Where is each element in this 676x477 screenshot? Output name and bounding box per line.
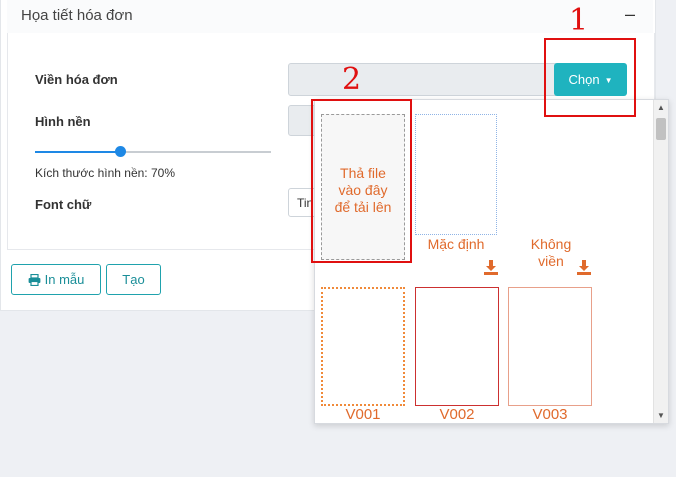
template-v002-thumb[interactable]: [415, 287, 499, 406]
dropdown-scrollbar[interactable]: ▲ ▼: [653, 100, 668, 423]
font-label: Font chữ: [35, 197, 92, 212]
annotation-box-2: [311, 99, 412, 263]
scroll-thumb[interactable]: [656, 118, 666, 140]
no-border-line: Không: [530, 236, 572, 252]
template-v001-label: V001: [345, 406, 381, 423]
border-label: Viền hóa đơn: [35, 72, 118, 87]
template-default-thumb[interactable]: [415, 114, 497, 235]
annotation-number-2: 2: [342, 62, 362, 97]
scroll-up-icon[interactable]: ▲: [657, 103, 665, 112]
template-v001-thumb[interactable]: [321, 287, 405, 406]
template-v002-label: V002: [439, 406, 475, 423]
background-size-text: Kích thước hình nền: 70%: [35, 166, 175, 180]
template-default-label: Mặc định: [427, 236, 485, 252]
template-v003-label: V003: [532, 406, 568, 423]
scroll-down-icon[interactable]: ▼: [657, 411, 665, 420]
collapse-icon[interactable]: –: [625, 4, 635, 25]
background-label: Hình nền: [35, 114, 91, 129]
create-button[interactable]: Tạo: [106, 264, 161, 295]
annotation-box-1: [544, 38, 636, 117]
annotation-number-1: 1: [569, 3, 589, 38]
section-title: Họa tiết hóa đơn: [21, 7, 133, 24]
section-header[interactable]: Họa tiết hóa đơn –: [7, 0, 653, 34]
background-size-slider[interactable]: [35, 146, 271, 157]
print-sample-label: In mẫu: [44, 272, 85, 287]
template-v003-thumb[interactable]: [508, 287, 592, 406]
print-sample-button[interactable]: In mẫu: [11, 264, 101, 295]
download-icon[interactable]: [483, 260, 499, 275]
border-field[interactable]: [288, 63, 558, 96]
slider-fill: [35, 151, 120, 153]
slider-handle[interactable]: [114, 146, 126, 157]
printer-icon: [28, 274, 41, 286]
download-icon[interactable]: [576, 260, 592, 275]
